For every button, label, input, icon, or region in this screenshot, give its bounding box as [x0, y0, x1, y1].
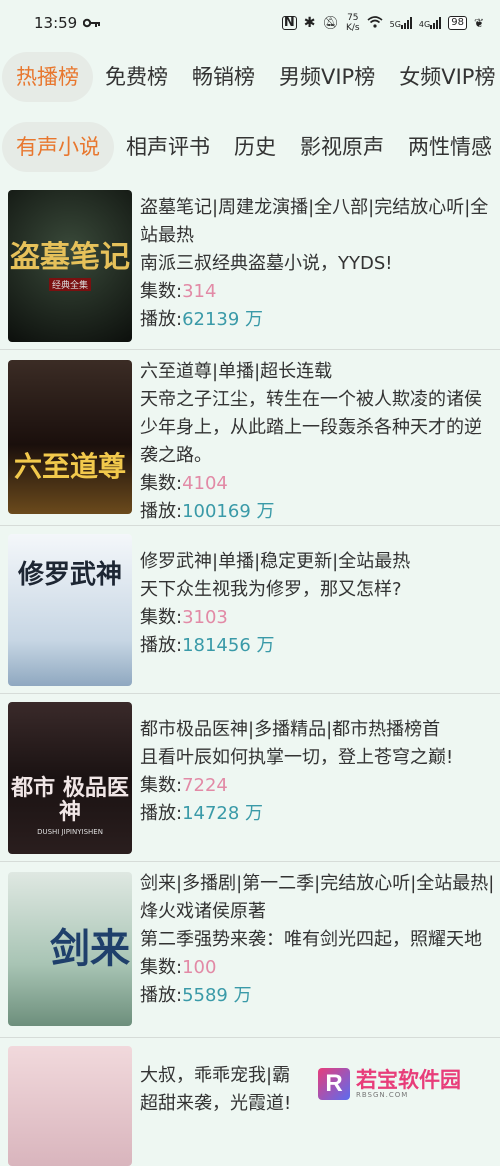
book-title: 修罗武神|单播|稳定更新|全站最热 [140, 551, 411, 572]
book-title: 盗墓笔记|周建龙演播|全八部|完结放心听|全站最热 [140, 197, 489, 246]
category-tabs: 有声小说 相声评书 历史 影视原声 两性情感 [0, 122, 500, 172]
book-desc: 天帝之子江尘，转生在一个被人欺凌的诸侯少年身上，从此踏上一段轰杀各种天才的逆袭之… [140, 389, 482, 466]
book-cover[interactable]: 盗墓笔记 经典全集 [8, 190, 132, 342]
book-info: 都市极品医神|多播精品|都市热播榜首 且看叶辰如何执掌一切，登上苍穹之巅! 集数… [140, 702, 498, 828]
tab-free[interactable]: 免费榜 [93, 52, 180, 102]
mute-icon: 🔕︎ [322, 15, 339, 31]
book-desc: 南派三叔经典盗墓小说，YYDS! [140, 253, 393, 274]
ranking-tabs: 热播榜 免费榜 畅销榜 男频VIP榜 女频VIP榜 [0, 52, 500, 102]
book-title: 剑来|多播剧|第一二季|完结放心听|全站最热|烽火戏诸侯原著 [140, 873, 495, 922]
book-info: 六至道尊|单播|超长连载 天帝之子江尘，转生在一个被人欺凌的诸侯少年身上，从此踏… [140, 358, 498, 526]
book-desc: 天下众生视我为修罗，那又怎样? [140, 579, 402, 600]
book-cover[interactable]: 都市 极品医神 DUSHI JIPINYISHEN [8, 702, 132, 854]
book-cover[interactable]: 剑来 [8, 872, 132, 1026]
tab-male-vip[interactable]: 男频VIP榜 [267, 52, 387, 102]
nfc-icon: N [281, 15, 297, 30]
book-title: 都市极品医神|多播精品|都市热播榜首 [140, 719, 441, 740]
leaf-icon: ❦ [473, 16, 484, 30]
play-count: 播放:100169 万 [140, 501, 275, 522]
book-cover[interactable]: 修罗武神 [8, 534, 132, 686]
tab-audio-novel[interactable]: 有声小说 [2, 122, 114, 172]
book-info: 剑来|多播剧|第一二季|完结放心听|全站最热|烽火戏诸侯原著 第二季强势来袭：唯… [140, 870, 498, 1010]
list-item[interactable]: 盗墓笔记 经典全集 盗墓笔记|周建龙演播|全八部|完结放心听|全站最热 南派三叔… [0, 186, 500, 350]
book-info: 修罗武神|单播|稳定更新|全站最热 天下众生视我为修罗，那又怎样? 集数:310… [140, 534, 498, 660]
battery-indicator: 98 [448, 16, 467, 30]
play-count: 播放:181456 万 [140, 635, 275, 656]
wifi-icon [367, 15, 383, 31]
episode-count: 集数:100 [140, 957, 217, 978]
book-title: 六至道尊|单播|超长连载 [140, 361, 333, 382]
play-count: 播放:14728 万 [140, 803, 264, 824]
tab-crosstalk[interactable]: 相声评书 [114, 122, 222, 172]
clock: 13:59 [34, 14, 78, 32]
key-icon [83, 14, 101, 32]
book-cover[interactable] [8, 1046, 132, 1166]
episode-count: 集数:4104 [140, 473, 228, 494]
tab-film-audio[interactable]: 影视原声 [288, 122, 396, 172]
tab-hot[interactable]: 热播榜 [2, 52, 93, 102]
signal-4g-icon: 4G [419, 17, 442, 29]
network-speed: 75 K/s [345, 13, 360, 33]
list-item[interactable]: 都市 极品医神 DUSHI JIPINYISHEN 都市极品医神|多播精品|都市… [0, 694, 500, 862]
list-item[interactable]: 剑来 剑来|多播剧|第一二季|完结放心听|全站最热|烽火戏诸侯原著 第二季强势来… [0, 862, 500, 1038]
watermark: R 若宝软件园 RBSGN.COM [318, 1064, 496, 1104]
list-item[interactable]: 六至道尊 六至道尊|单播|超长连载 天帝之子江尘，转生在一个被人欺凌的诸侯少年身… [0, 350, 500, 526]
list-item[interactable]: 修罗武神 修罗武神|单播|稳定更新|全站最热 天下众生视我为修罗，那又怎样? 集… [0, 526, 500, 694]
book-cover[interactable]: 六至道尊 [8, 360, 132, 514]
tab-bestseller[interactable]: 畅销榜 [180, 52, 267, 102]
book-desc: 且看叶辰如何执掌一切，登上苍穹之巅! [140, 747, 454, 768]
signal-5g-icon: 5G [390, 17, 412, 29]
book-info: 盗墓笔记|周建龙演播|全八部|完结放心听|全站最热 南派三叔经典盗墓小说，YYD… [140, 194, 498, 334]
episode-count: 集数:3103 [140, 607, 228, 628]
tab-female-vip[interactable]: 女频VIP榜 [387, 52, 500, 102]
play-count: 播放:62139 万 [140, 309, 264, 330]
status-bar: 13:59 N ✱ 🔕︎ 75 K/s 5G 4G 98 ❦ [0, 0, 500, 46]
tab-relationships[interactable]: 两性情感 [396, 122, 500, 172]
play-count: 播放:5589 万 [140, 985, 252, 1006]
watermark-logo-icon: R [318, 1068, 350, 1100]
episode-count: 集数:7224 [140, 775, 228, 796]
book-desc: 第二季强势来袭：唯有剑光四起，照耀天地 [140, 929, 482, 950]
tab-history[interactable]: 历史 [222, 122, 288, 172]
watermark-subtext: RBSGN.COM [356, 1091, 409, 1099]
watermark-text: 若宝软件园 [356, 1068, 461, 1092]
bluetooth-icon: ✱ [303, 15, 316, 31]
episode-count: 集数:314 [140, 281, 217, 302]
